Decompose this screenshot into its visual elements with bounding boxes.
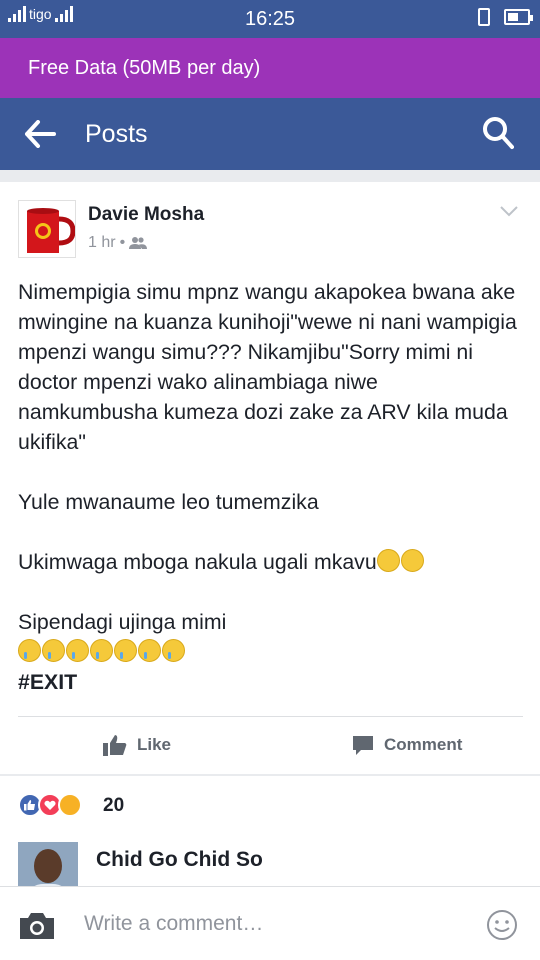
app-bar: Posts [0,98,540,170]
search-icon[interactable] [482,116,514,150]
battery-icon [504,9,533,25]
cry-emoji-icon [114,639,137,662]
thumbs-up-icon [103,735,127,756]
camera-icon[interactable] [18,911,56,941]
post-meta: 1 hr • [88,234,148,252]
cry-emoji-icon [18,639,41,662]
commenter-avatar[interactable] [18,842,78,888]
grin-emoji-icon [376,549,400,572]
post-paragraph-2: Yule mwanaume leo tumemzika [18,490,319,514]
cry-emoji-icon [162,639,185,662]
smiley-icon[interactable] [486,909,518,941]
status-bar: tigo 16:25 [0,0,540,38]
post-paragraph-4: Sipendagi ujinga mimi [18,610,227,634]
comment-button[interactable]: Comment [352,734,462,756]
haha-reaction-icon [58,793,82,817]
hashtag-link[interactable]: #EXIT [18,667,523,697]
comment-label: Comment [384,735,463,754]
post-paragraph-3: Ukimwaga mboga nakula ugali mkavu [18,547,523,577]
free-data-label: Free Data (50MB per day) [28,56,261,79]
cry-emoji-icon [90,639,113,662]
cry-emoji-icon [138,639,161,662]
divider [18,716,523,717]
friends-icon [129,237,148,249]
clock: 16:25 [244,8,296,30]
like-label: Like [137,735,172,754]
page-title: Posts [85,120,148,148]
arrow-left-icon[interactable] [24,120,56,148]
post-time[interactable]: 1 hr [88,234,116,252]
reactions-bar[interactable]: 20 [0,776,540,834]
like-button[interactable]: Like [103,734,171,756]
reaction-icons [18,793,82,817]
cry-emoji-icon [66,639,89,662]
comment-item: Chid Go Chid So [0,834,540,888]
mug-image [19,201,75,257]
comment-input[interactable] [84,901,464,947]
post-card: Davie Mosha 1 hr • Nimempigia simu mpnz … [0,182,540,774]
free-data-banner[interactable]: Free Data (50MB per day) [0,38,540,98]
author-avatar[interactable] [18,200,76,258]
post-paragraph-1: Nimempigia simu mpnz wangu akapokea bwan… [18,280,517,454]
paragraph-3-text: Ukimwaga mboga nakula ugali mkavu [18,550,377,574]
commenter-name[interactable]: Chid Go Chid So [96,848,263,872]
post-author[interactable]: Davie Mosha [88,204,204,226]
post-actions: Like Comment [0,726,540,766]
cry-emoji-icon [42,639,65,662]
chevron-down-icon[interactable] [498,200,520,222]
comment-composer [0,886,540,960]
cry-emoji-row [18,637,523,667]
vibrate-icon [478,8,490,26]
post-text: Nimempigia simu mpnz wangu akapokea bwan… [18,277,523,697]
grin-emoji-icon [400,549,424,572]
comment-icon [353,736,373,755]
reaction-count: 20 [103,795,125,816]
